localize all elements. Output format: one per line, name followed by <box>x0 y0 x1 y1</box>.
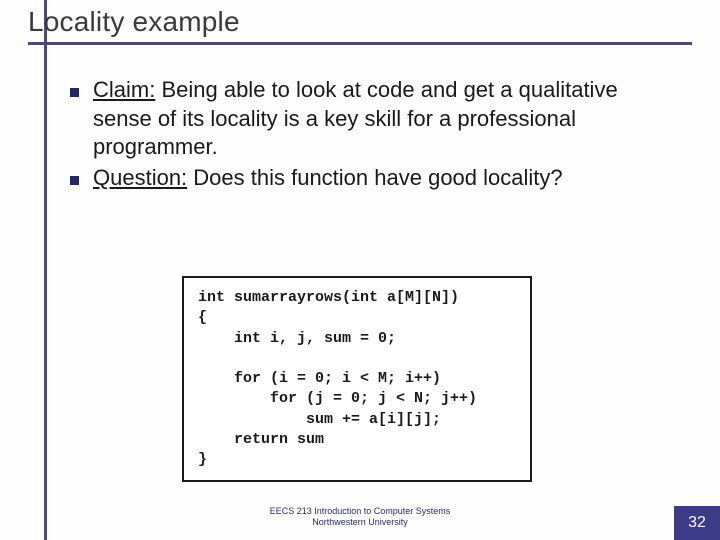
code-snippet: int sumarrayrows(int a[M][N]) { int i, j… <box>198 288 516 470</box>
claim-label: Claim: <box>93 77 155 102</box>
question-label: Question: <box>93 165 187 190</box>
bullet-text: Question: Does this function have good l… <box>93 164 563 193</box>
slide-title: Locality example <box>28 6 692 38</box>
title-region: Locality example <box>28 6 692 45</box>
footer-line-2: Northwestern University <box>0 517 720 528</box>
question-rest: Does this function have good locality? <box>187 165 562 190</box>
page-number: 32 <box>674 506 720 540</box>
footer-line-1: EECS 213 Introduction to Computer System… <box>0 506 720 517</box>
body-region: Claim: Being able to look at code and ge… <box>70 76 680 194</box>
bullet-item: Claim: Being able to look at code and ge… <box>70 76 680 162</box>
bullet-item: Question: Does this function have good l… <box>70 164 680 193</box>
left-rule <box>44 0 47 540</box>
code-box: int sumarrayrows(int a[M][N]) { int i, j… <box>182 276 532 482</box>
slide: Locality example Claim: Being able to lo… <box>0 0 720 540</box>
square-bullet-icon <box>70 176 79 185</box>
footer: EECS 213 Introduction to Computer System… <box>0 506 720 528</box>
title-rule <box>28 42 692 45</box>
claim-rest: Being able to look at code and get a qua… <box>93 77 618 159</box>
bullet-list: Claim: Being able to look at code and ge… <box>70 76 680 192</box>
square-bullet-icon <box>70 88 79 97</box>
bullet-text: Claim: Being able to look at code and ge… <box>93 76 680 162</box>
